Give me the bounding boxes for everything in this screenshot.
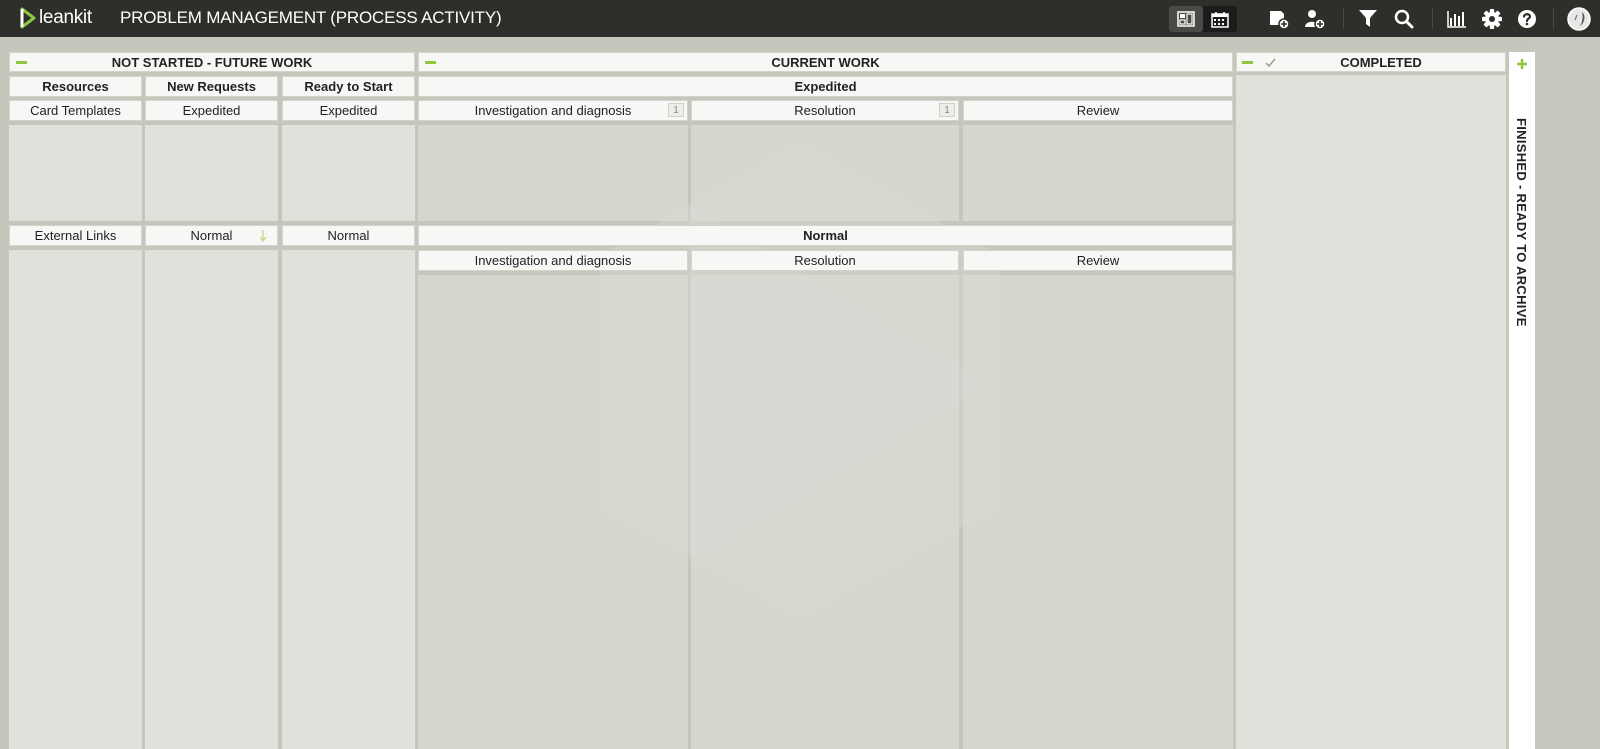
column-label: Resolution: [794, 253, 856, 268]
analytics-icon: [1447, 10, 1466, 28]
column-label: Review: [1076, 103, 1120, 118]
column-header-resources[interactable]: Resources: [9, 76, 142, 97]
lane-external-links[interactable]: [9, 250, 142, 749]
minus-icon: [15, 60, 27, 64]
lane-label: Normal: [327, 228, 370, 243]
filter-button[interactable]: [1356, 0, 1380, 37]
lane-header-ready-normal[interactable]: Normal: [282, 225, 415, 246]
board-margin: [1535, 37, 1600, 749]
logo-text: leankit: [39, 7, 92, 28]
toolbar-divider: [1553, 8, 1554, 29]
column-label: Investigation and diagnosis: [474, 103, 632, 118]
done-checkmark-icon: [1262, 54, 1278, 70]
search-button[interactable]: [1392, 0, 1416, 37]
column-header-expedited-investigation[interactable]: Investigation and diagnosis 1: [418, 100, 688, 121]
lane-label: Expedited: [319, 103, 378, 118]
leankit-logo-icon: [20, 7, 36, 29]
column-header-new-requests[interactable]: New Requests: [145, 76, 278, 97]
lane-expedited-investigation[interactable]: [418, 125, 688, 221]
section-title: COMPLETED: [1340, 54, 1422, 70]
column-header-normal-investigation[interactable]: Investigation and diagnosis: [418, 250, 688, 271]
lane-expedited-resolution[interactable]: [691, 125, 959, 221]
column-label: Investigation and diagnosis: [474, 253, 632, 268]
column-label: Review: [1076, 253, 1120, 268]
calendar-view-icon: [1211, 11, 1229, 28]
column-header-expedited-resolution[interactable]: Resolution 1: [691, 100, 959, 121]
lane-normal-investigation[interactable]: [418, 275, 688, 749]
lane-expedited-review[interactable]: [963, 125, 1233, 221]
lane-label: Normal: [190, 228, 233, 243]
collapse-completed-button[interactable]: [1236, 52, 1258, 72]
lane-header-ready-expedited[interactable]: Expedited: [282, 100, 415, 121]
lane-card-templates[interactable]: [9, 125, 142, 221]
column-header-ready-to-start[interactable]: Ready to Start: [282, 76, 415, 97]
view-toggle: [1169, 6, 1237, 32]
minus-icon: [424, 60, 436, 64]
column-header-normal-review[interactable]: Review: [963, 250, 1233, 271]
board-view-icon: [1177, 11, 1195, 27]
lane-header-new-requests-expedited[interactable]: Expedited: [145, 100, 278, 121]
section-header-not-started: NOT STARTED - FUTURE WORK: [9, 52, 415, 72]
lane-label: Expedited: [182, 103, 241, 118]
leankit-logo[interactable]: leankit: [18, 6, 92, 30]
column-label: Ready to Start: [304, 79, 393, 94]
avatar[interactable]: [1566, 0, 1592, 37]
filter-icon: [1359, 10, 1377, 27]
lane-header-new-requests-normal[interactable]: Normal: [145, 225, 278, 246]
add-user-icon: [1305, 9, 1326, 29]
section-header-current-work: CURRENT WORK: [418, 52, 1233, 72]
calendar-view-button[interactable]: [1203, 6, 1237, 32]
finished-column-label: FINISHED - READY TO ARCHIVE: [1514, 118, 1529, 327]
lane-normal-resolution[interactable]: [691, 275, 959, 749]
lane-header-external-links[interactable]: External Links: [9, 225, 142, 246]
help-icon: [1518, 9, 1536, 28]
toolbar-divider: [1343, 8, 1344, 29]
user-avatar-icon: [1567, 6, 1591, 31]
column-label: New Requests: [167, 79, 256, 94]
section-title: CURRENT WORK: [771, 54, 880, 70]
lane-label: Expedited: [794, 79, 857, 94]
column-label: Resolution: [794, 103, 856, 118]
board-view-button[interactable]: [1169, 6, 1203, 32]
lane-label: Normal: [803, 228, 848, 243]
help-button[interactable]: [1515, 0, 1539, 37]
wip-limit-badge: 1: [939, 103, 955, 117]
section-title: NOT STARTED - FUTURE WORK: [111, 54, 313, 70]
lane-new-requests-normal[interactable]: [145, 250, 278, 749]
lane-header-expedited[interactable]: Expedited: [418, 76, 1233, 97]
settings-button[interactable]: [1480, 0, 1504, 37]
expand-archive-button[interactable]: [1513, 55, 1531, 73]
column-header-normal-resolution[interactable]: Resolution: [691, 250, 959, 271]
add-card-icon: [1270, 10, 1290, 29]
lane-normal-review[interactable]: [963, 275, 1233, 749]
analytics-button[interactable]: [1445, 0, 1469, 37]
search-icon: [1394, 9, 1414, 28]
board-title: PROBLEM MANAGEMENT (PROCESS ACTIVITY): [120, 8, 502, 27]
lane-ready-normal[interactable]: [282, 250, 415, 749]
add-user-button[interactable]: [1302, 0, 1328, 37]
column-header-expedited-review[interactable]: Review: [963, 100, 1233, 121]
settings-icon: [1482, 8, 1502, 29]
collapse-not-started-button[interactable]: [10, 52, 32, 72]
minus-icon: [1241, 60, 1253, 64]
lane-completed[interactable]: [1236, 75, 1506, 749]
lane-ready-expedited[interactable]: [282, 125, 415, 221]
plus-icon: [1517, 59, 1527, 69]
add-card-button[interactable]: [1266, 0, 1292, 37]
collapse-current-work-button[interactable]: [419, 52, 441, 72]
toolbar-divider: [1432, 8, 1433, 29]
lane-label: Card Templates: [30, 103, 121, 118]
lane-header-card-templates[interactable]: Card Templates: [9, 100, 142, 121]
lane-header-normal[interactable]: Normal: [418, 225, 1233, 246]
drop-lane-icon: [259, 230, 267, 243]
column-label: Resources: [42, 79, 109, 94]
lane-label: External Links: [34, 228, 117, 243]
lane-new-requests-expedited[interactable]: [145, 125, 278, 221]
top-bar: leankit PROBLEM MANAGEMENT (PROCESS ACTI…: [0, 0, 1600, 37]
wip-limit-badge: 1: [668, 103, 684, 117]
